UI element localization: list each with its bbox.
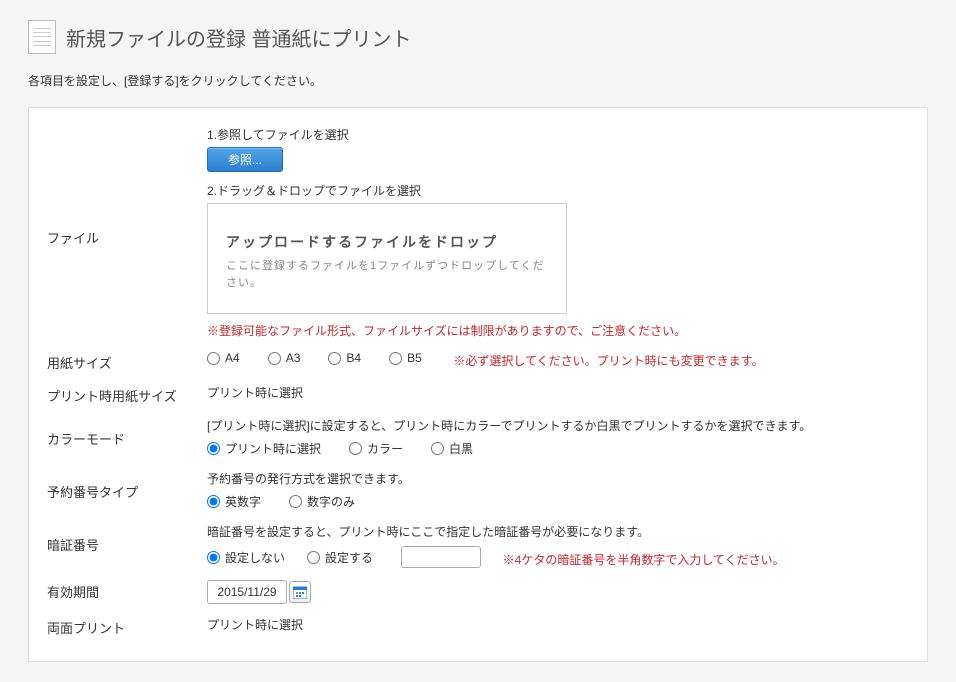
radio-res-alnum-label: 英数字: [225, 493, 261, 510]
radio-pin-no[interactable]: 設定しない: [207, 549, 285, 566]
label-print-paper-size: プリント時用紙サイズ: [47, 384, 207, 405]
radio-color-bw-label: 白黒: [449, 440, 473, 457]
drop-subtitle: ここに登録するファイルを1ファイルずつドロップしてください。: [226, 258, 548, 291]
file-method1-label: 1.参照してファイルを選択: [207, 126, 909, 143]
file-drop-area[interactable]: アップロードするファイルをドロップ ここに登録するファイルを1ファイルずつドロッ…: [207, 203, 567, 314]
radio-pin-yes[interactable]: 設定する: [307, 549, 373, 566]
radio-color-bw-input[interactable]: [431, 442, 444, 455]
paper-size-note: ※必ず選択してください。プリント時にも変更できます。: [453, 354, 763, 368]
radio-color-color-input[interactable]: [349, 442, 362, 455]
radio-b5-label: B5: [407, 351, 422, 365]
radio-pin-yes-label: 設定する: [325, 549, 373, 566]
form-panel: ファイル 1.参照してファイルを選択 参照... 2.ドラッグ＆ドロップでファイ…: [28, 107, 928, 662]
browse-button[interactable]: 参照...: [207, 147, 283, 172]
calendar-icon[interactable]: [289, 581, 311, 603]
document-icon: [28, 20, 56, 54]
radio-b4-label: B4: [346, 351, 361, 365]
radio-a4[interactable]: A4: [207, 351, 240, 365]
radio-res-numeric-input[interactable]: [289, 495, 302, 508]
radio-a3-label: A3: [286, 351, 301, 365]
label-expiry: 有効期間: [47, 580, 207, 601]
file-note: ※登録可能なファイル形式、ファイルサイズには制限がありますので、ご注意ください。: [207, 322, 909, 339]
radio-color-atprint[interactable]: プリント時に選択: [207, 440, 321, 457]
radio-pin-no-label: 設定しない: [225, 549, 285, 566]
page-title: 新規ファイルの登録 普通紙にプリント: [66, 23, 412, 52]
label-paper-size: 用紙サイズ: [47, 351, 207, 372]
radio-a3[interactable]: A3: [268, 351, 301, 365]
file-method2-label: 2.ドラッグ＆ドロップでファイルを選択: [207, 182, 909, 199]
radio-res-alnum-input[interactable]: [207, 495, 220, 508]
radio-b4-input[interactable]: [328, 352, 341, 365]
pin-note: ※4ケタの暗証番号を半角数字で入力してください。: [503, 553, 785, 567]
radio-a3-input[interactable]: [268, 352, 281, 365]
expiry-date-input[interactable]: [207, 580, 287, 604]
radio-color-bw[interactable]: 白黒: [431, 440, 473, 457]
radio-res-alnum[interactable]: 英数字: [207, 493, 261, 510]
duplex-value: プリント時に選択: [207, 618, 303, 632]
label-color-mode: カラーモード: [47, 417, 207, 448]
radio-color-color-label: カラー: [367, 440, 403, 457]
color-mode-hint: [プリント時に選択]に設定すると、プリント時にカラーでプリントするか白黒でプリン…: [207, 417, 909, 434]
reservation-hint: 予約番号の発行方式を選択できます。: [207, 470, 909, 487]
radio-pin-yes-input[interactable]: [307, 551, 320, 564]
radio-color-color[interactable]: カラー: [349, 440, 403, 457]
radio-a4-label: A4: [225, 351, 240, 365]
pin-input[interactable]: [401, 546, 481, 568]
radio-res-numeric-label: 数字のみ: [307, 493, 355, 510]
label-file: ファイル: [47, 126, 207, 247]
label-reservation-type: 予約番号タイプ: [47, 470, 207, 501]
radio-color-atprint-input[interactable]: [207, 442, 220, 455]
radio-b5[interactable]: B5: [389, 351, 422, 365]
radio-b4[interactable]: B4: [328, 351, 361, 365]
radio-res-numeric[interactable]: 数字のみ: [289, 493, 355, 510]
print-paper-size-value: プリント時に選択: [207, 386, 303, 400]
radio-pin-no-input[interactable]: [207, 551, 220, 564]
label-pin: 暗証番号: [47, 523, 207, 554]
radio-color-atprint-label: プリント時に選択: [225, 440, 321, 457]
radio-a4-input[interactable]: [207, 352, 220, 365]
drop-title: アップロードするファイルをドロップ: [226, 232, 548, 252]
pin-hint: 暗証番号を設定すると、プリント時にここで指定した暗証番号が必要になります。: [207, 523, 909, 540]
page-instruction: 各項目を設定し、[登録する]をクリックしてください。: [28, 72, 928, 89]
radio-b5-input[interactable]: [389, 352, 402, 365]
label-duplex: 両面プリント: [47, 616, 207, 637]
